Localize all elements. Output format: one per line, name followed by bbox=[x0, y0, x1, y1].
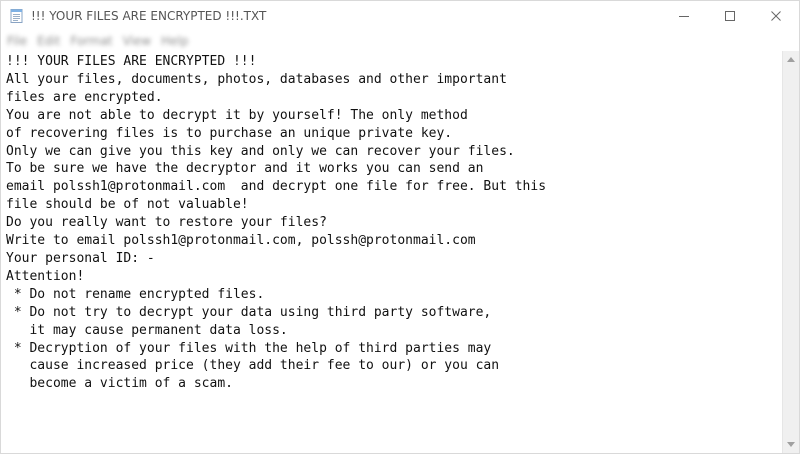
scroll-down-arrow[interactable] bbox=[783, 436, 799, 453]
scroll-up-arrow[interactable] bbox=[783, 51, 799, 68]
text-line: email polssh1@protonmail.com and decrypt… bbox=[6, 179, 547, 195]
text-line: of recovering files is to purchase an un… bbox=[6, 125, 453, 141]
title-bar[interactable]: !!! YOUR FILES ARE ENCRYPTED !!!.TXT bbox=[1, 1, 799, 31]
window-controls bbox=[661, 1, 799, 31]
menu-view[interactable]: View bbox=[123, 34, 151, 48]
text-line: Only we can give you this key and only w… bbox=[6, 143, 515, 159]
maximize-button[interactable] bbox=[707, 1, 753, 31]
menu-format[interactable]: Format bbox=[70, 34, 112, 48]
minimize-icon bbox=[679, 16, 689, 17]
text-line: * Do not rename encrypted files. bbox=[6, 286, 265, 302]
chevron-up-icon bbox=[787, 57, 795, 62]
text-line: Attention! bbox=[6, 268, 85, 284]
window-title: !!! YOUR FILES ARE ENCRYPTED !!!.TXT bbox=[31, 9, 267, 23]
menu-edit[interactable]: Edit bbox=[37, 34, 60, 48]
text-line: files are encrypted. bbox=[6, 89, 163, 105]
notepad-icon bbox=[9, 8, 25, 24]
menu-file[interactable]: File bbox=[7, 34, 27, 48]
chevron-down-icon bbox=[787, 442, 795, 447]
maximize-icon bbox=[725, 11, 735, 21]
text-line: it may cause permanent data loss. bbox=[6, 322, 288, 338]
menu-bar: File Edit Format View Help bbox=[1, 31, 799, 51]
close-icon bbox=[771, 11, 781, 21]
vertical-scrollbar[interactable] bbox=[782, 51, 799, 453]
text-line: You are not able to decrypt it by yourse… bbox=[6, 107, 468, 123]
text-editor[interactable]: !!! YOUR FILES ARE ENCRYPTED !!! All your… bbox=[1, 51, 783, 453]
text-line: Do you really want to restore your files… bbox=[6, 215, 327, 231]
editor-content: !!! YOUR FILES ARE ENCRYPTED !!! All your… bbox=[1, 51, 783, 393]
close-button[interactable] bbox=[753, 1, 799, 31]
notepad-window: !!! YOUR FILES ARE ENCRYPTED !!!.TXT Fil… bbox=[0, 0, 800, 454]
text-line: become a victim of a scam. bbox=[6, 376, 233, 392]
text-line: cause increased price (they add their fe… bbox=[6, 358, 500, 374]
text-line: !!! YOUR FILES ARE ENCRYPTED !!! bbox=[6, 54, 257, 69]
menu-help[interactable]: Help bbox=[161, 34, 188, 48]
text-line: Write to email polssh1@protonmail.com, p… bbox=[6, 233, 476, 249]
minimize-button[interactable] bbox=[661, 1, 707, 31]
text-line: All your files, documents, photos, datab… bbox=[6, 71, 507, 87]
text-line: Your personal ID: - bbox=[6, 250, 155, 266]
text-line: * Decryption of your files with the help… bbox=[6, 340, 492, 356]
text-line: file should be of not valuable! bbox=[6, 197, 249, 213]
text-line: * Do not try to decrypt your data using … bbox=[6, 304, 492, 320]
text-line: To be sure we have the decryptor and it … bbox=[6, 161, 484, 177]
